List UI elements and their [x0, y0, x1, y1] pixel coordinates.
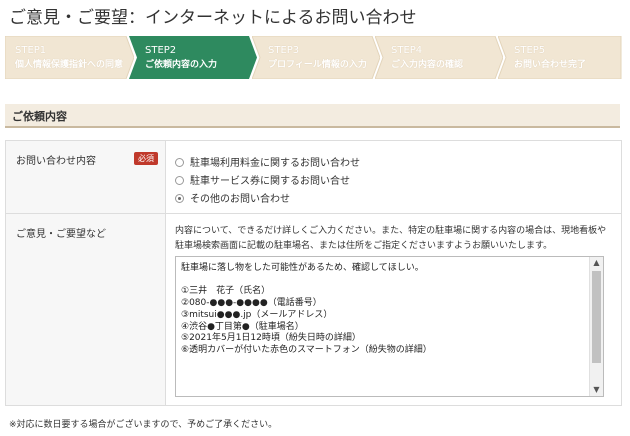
radio-option-label: その他のお問い合わせ — [190, 194, 290, 205]
radio-option-service-ticket[interactable]: 駐車サービス券に関するお問い合せ — [175, 172, 350, 187]
comments-header: ご意見・ご要望など — [6, 214, 166, 405]
step-2-label: ご依頼内容の入力 — [145, 60, 218, 70]
step-3: STEP3 プロフィール情報の入力 — [252, 36, 380, 79]
radio-option-label: 駐車サービス券に関するお問い合せ — [190, 176, 350, 187]
radio-button[interactable] — [175, 158, 184, 167]
radio-button-selected[interactable] — [175, 194, 184, 203]
step-2: STEP2 ご依頼内容の入力 — [129, 36, 257, 79]
comments-row: ご意見・ご要望など 内容について、できるだけ詳しくご入力ください。また、特定の駐… — [6, 214, 621, 405]
section-header: ご依頼内容 — [5, 104, 620, 128]
step-4: STEP4 ご入力内容の確認 — [375, 36, 503, 79]
scrollbar-thumb[interactable] — [592, 271, 601, 363]
step-5-label: お問い合わせ完了 — [514, 60, 587, 70]
page-title: ご意見・ご要望：インターネットによるお問い合わせ — [9, 8, 417, 28]
radio-option-parking-fee[interactable]: 駐車場利用料金に関するお問い合わせ — [175, 154, 360, 169]
scroll-down-icon[interactable]: ▼ — [590, 384, 603, 396]
step-1-number: STEP1 — [15, 45, 47, 56]
textarea-scrollbar[interactable]: ▲ ▼ — [589, 257, 603, 396]
progress-steps: STEP1 個人情報保護指針への同意 STEP2 ご依頼内容の入力 STEP3 プロフ… — [5, 36, 622, 79]
required-badge: 必須 — [134, 152, 158, 165]
step-3-label: プロフィール情報の入力 — [268, 60, 367, 70]
step-2-number: STEP2 — [145, 45, 177, 56]
inquiry-type-row: お問い合わせ内容 必須 駐車場利用料金に関するお問い合わせ 駐車サービス券に関す… — [6, 141, 621, 214]
comments-label: ご意見・ご要望など — [16, 229, 106, 240]
radio-option-other[interactable]: その他のお問い合わせ — [175, 190, 290, 205]
comments-description: 内容について、できるだけ詳しくご入力ください。また、特定の駐車場に関する内容の場… — [175, 226, 607, 251]
comments-textarea[interactable]: 駐車場に落し物をした可能性があるため、確認してほしい。 ①三井 花子（氏名） ②… — [175, 256, 604, 397]
inquiry-form: お問い合わせ内容 必須 駐車場利用料金に関するお問い合わせ 駐車サービス券に関す… — [5, 140, 622, 406]
step-5-number: STEP5 — [514, 45, 546, 56]
radio-button[interactable] — [175, 176, 184, 185]
step-1: STEP1 個人情報保護指針への同意 — [5, 36, 134, 79]
step-3-number: STEP3 — [268, 45, 300, 56]
step-4-number: STEP4 — [391, 45, 423, 56]
comments-text[interactable]: 駐車場に落し物をした可能性があるため、確認してほしい。 ①三井 花子（氏名） ②… — [181, 263, 586, 357]
radio-option-label: 駐車場利用料金に関するお問い合わせ — [190, 158, 360, 169]
step-5: STEP5 お問い合わせ完了 — [498, 36, 622, 79]
inquiry-type-label: お問い合わせ内容 — [16, 156, 96, 167]
footer-note: ※対応に数日要する場合がございますので、予めご了承ください。 — [9, 420, 278, 430]
section-title: ご依頼内容 — [12, 110, 67, 123]
step-4-label: ご入力内容の確認 — [391, 60, 464, 70]
scroll-up-icon[interactable]: ▲ — [590, 257, 603, 269]
inquiry-type-header: お問い合わせ内容 必須 — [6, 141, 166, 213]
step-1-label: 個人情報保護指針への同意 — [15, 60, 124, 70]
